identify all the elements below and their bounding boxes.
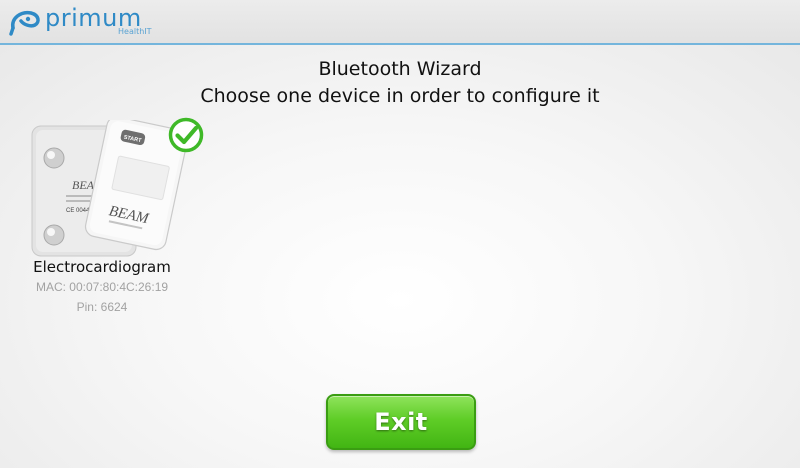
device-name: Electrocardiogram	[33, 258, 171, 276]
exit-button-label: Exit	[374, 408, 428, 436]
exit-button[interactable]: Exit	[326, 394, 476, 450]
primum-logo-icon	[9, 10, 40, 36]
selected-check-icon	[168, 117, 204, 153]
device-card-electrocardiogram[interactable]: BEAM CE 0044 START BEAM Electrocardiogra…	[22, 114, 208, 318]
page-title: Bluetooth Wizard	[318, 58, 482, 80]
primum-logo: primum HealthIT	[9, 4, 152, 40]
logo-subtext: HealthIT	[118, 27, 152, 36]
device-mac-address: MAC: 00:07:80:4C:26:19	[35, 280, 169, 294]
device-ce-label: CE 0044	[66, 208, 90, 214]
device-pin: Pin: 6624	[76, 300, 128, 314]
app-header: primum HealthIT	[0, 0, 800, 45]
page-subtitle: Choose one device in order to configure …	[200, 85, 600, 107]
